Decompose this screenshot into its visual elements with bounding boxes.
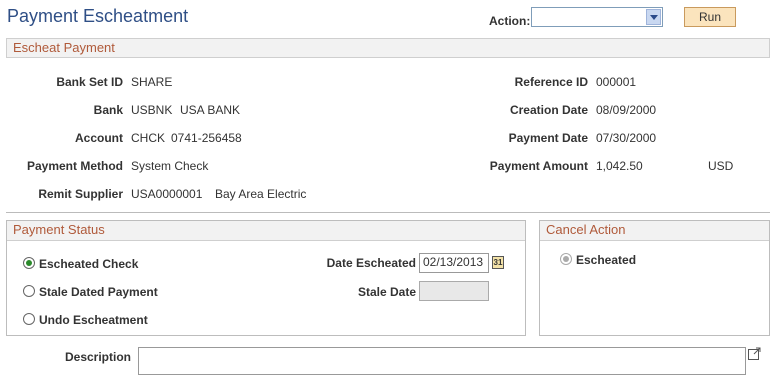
bank-set-id-label: Bank Set ID: [56, 75, 123, 89]
remit-supplier-name: Bay Area Electric: [215, 187, 307, 201]
payment-date-label: Payment Date: [508, 131, 588, 145]
remit-supplier-label: Remit Supplier: [38, 187, 123, 201]
remit-supplier-id: USA0000001: [131, 187, 203, 201]
escheated-cancel-label: Escheated: [576, 253, 637, 267]
undo-escheatment-radio[interactable]: [23, 313, 35, 325]
stale-dated-payment-radio[interactable]: [23, 285, 35, 297]
expand-icon[interactable]: [748, 347, 761, 360]
stale-date-label: Stale Date: [357, 285, 416, 299]
stale-date-input[interactable]: [419, 281, 489, 301]
description-label: Description: [64, 350, 131, 364]
stale-dated-payment-label[interactable]: Stale Dated Payment: [39, 285, 158, 299]
cancel-action-header: Cancel Action: [540, 221, 769, 241]
action-select[interactable]: [531, 7, 663, 27]
reference-id-value: 000001: [596, 75, 637, 89]
reference-id-label: Reference ID: [514, 75, 588, 89]
date-escheated-input[interactable]: 02/13/2013: [419, 253, 489, 273]
bank-set-id-value: SHARE: [131, 75, 173, 89]
cancel-action-group: Cancel Action: [539, 220, 770, 336]
section-divider: [6, 212, 770, 213]
chevron-down-icon[interactable]: [646, 9, 661, 25]
escheat-payment-header: Escheat Payment: [6, 38, 770, 58]
payment-currency: USD: [708, 159, 734, 173]
escheated-check-radio[interactable]: [23, 257, 35, 269]
payment-amount-value: 1,042.50: [596, 159, 643, 173]
account-number: 0741-256458: [171, 131, 242, 145]
account-code: CHCK: [131, 131, 166, 145]
creation-date-value: 08/09/2000: [596, 103, 657, 117]
undo-escheatment-label[interactable]: Undo Escheatment: [39, 313, 148, 327]
bank-code: USBNK: [131, 103, 173, 117]
escheated-cancel-radio[interactable]: [560, 253, 572, 265]
escheated-check-label[interactable]: Escheated Check: [39, 257, 138, 271]
date-escheated-label: Date Escheated: [326, 256, 416, 270]
action-label: Action:: [489, 14, 531, 28]
payment-date-value: 07/30/2000: [596, 131, 657, 145]
payment-method-value: System Check: [131, 159, 209, 173]
payment-amount-label: Payment Amount: [489, 159, 588, 173]
calendar-icon[interactable]: 31: [492, 256, 504, 269]
run-button[interactable]: Run: [684, 7, 736, 27]
page-title: Payment Escheatment: [7, 6, 189, 26]
bank-label: Bank: [93, 103, 123, 117]
payment-status-header: Payment Status: [7, 221, 525, 241]
description-textarea[interactable]: [138, 347, 746, 375]
account-label: Account: [75, 131, 123, 145]
payment-method-label: Payment Method: [26, 159, 123, 173]
bank-name: USA BANK: [180, 103, 241, 117]
creation-date-label: Creation Date: [509, 103, 588, 117]
